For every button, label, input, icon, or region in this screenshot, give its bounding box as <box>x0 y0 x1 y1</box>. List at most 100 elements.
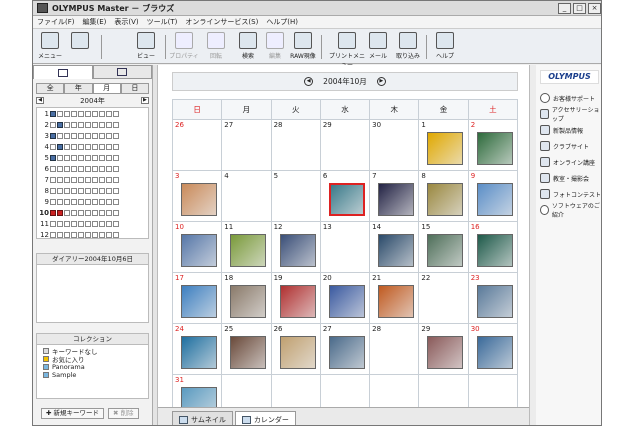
calendar-day-cell[interactable]: 3 <box>171 170 223 222</box>
photo-thumbnail[interactable] <box>427 132 464 165</box>
photo-thumbnail[interactable] <box>427 183 464 216</box>
import-button[interactable]: 取り込み <box>393 32 423 62</box>
menu-file[interactable]: ファイル(F) <box>37 17 75 27</box>
properties-button[interactable]: プロパティ <box>169 32 199 62</box>
photo-thumbnail[interactable] <box>378 234 415 267</box>
calendar-day-cell[interactable]: 27 <box>221 119 272 171</box>
print-menu-button[interactable]: プリントメニュー <box>327 32 367 69</box>
photo-thumbnail[interactable] <box>279 234 316 267</box>
photo-thumbnail[interactable] <box>378 183 415 216</box>
online-link-3[interactable]: 新製品情報 <box>536 122 601 138</box>
photo-thumbnail[interactable] <box>230 285 267 318</box>
menu-edit[interactable]: 編集(E) <box>83 17 107 27</box>
calendar-day-cell[interactable]: 1 <box>418 119 469 171</box>
tab-year[interactable]: 年 <box>64 83 93 94</box>
calendar-day-cell[interactable]: 24 <box>171 323 223 375</box>
tab-month[interactable]: 月 <box>92 83 121 94</box>
menu-tools[interactable]: ツール(T) <box>147 17 178 27</box>
month-row[interactable]: 7 <box>37 174 148 185</box>
calendar-day-cell[interactable]: 30 <box>369 119 420 171</box>
calendar-day-cell[interactable]: 4 <box>221 170 272 222</box>
new-keyword-button[interactable]: ✚ 新規キーワード <box>41 408 105 419</box>
calendar-day-cell[interactable]: 21 <box>369 272 420 324</box>
search-button[interactable]: 検索 <box>233 32 263 62</box>
calendar-day-cell[interactable]: 16 <box>467 221 519 273</box>
photo-thumbnail[interactable] <box>181 285 217 318</box>
calendar-day-cell[interactable]: 14 <box>369 221 420 273</box>
month-row[interactable]: 2 <box>37 119 148 130</box>
mail-button[interactable]: メール <box>363 32 393 62</box>
calendar-day-cell[interactable]: 22 <box>418 272 469 324</box>
calendar-day-cell[interactable]: 9 <box>467 170 519 222</box>
online-link-7[interactable]: フォトコンテスト <box>536 186 601 202</box>
calendar-day-cell[interactable]: 30 <box>467 323 519 375</box>
calendar-day-cell[interactable]: 2 <box>467 119 519 171</box>
tab-folder-view[interactable] <box>92 65 152 79</box>
month-row[interactable]: 9 <box>37 196 148 207</box>
tab-calendar[interactable]: カレンダー <box>234 411 296 425</box>
calendar-day-cell[interactable]: 28 <box>270 119 321 171</box>
month-row[interactable]: 10 <box>37 207 148 218</box>
calendar-day-cell[interactable]: 20 <box>319 272 371 324</box>
online-link-5[interactable]: オンライン講座 <box>536 154 601 170</box>
calendar-day-cell[interactable]: 5 <box>270 170 321 222</box>
tab-thumbnail[interactable]: サムネイル <box>172 411 233 425</box>
tab-day[interactable]: 日 <box>120 83 149 94</box>
photo-thumbnail[interactable] <box>230 234 267 267</box>
prev-year-button[interactable]: ◀ <box>36 97 44 104</box>
photo-thumbnail[interactable] <box>328 336 365 369</box>
month-row[interactable]: 3 <box>37 130 148 141</box>
menu-toggle-button[interactable] <box>65 32 95 62</box>
photo-thumbnail[interactable] <box>476 336 513 369</box>
calendar-day-cell[interactable]: 29 <box>418 323 469 375</box>
calendar-day-cell[interactable]: 13 <box>319 221 371 273</box>
month-row[interactable]: 1 <box>37 108 148 119</box>
calendar-day-cell[interactable]: 18 <box>221 272 272 324</box>
help-button[interactable]: ヘルプ <box>430 32 460 62</box>
photo-thumbnail[interactable] <box>181 234 217 267</box>
photo-thumbnail[interactable] <box>476 132 513 165</box>
photo-thumbnail[interactable] <box>328 285 365 318</box>
collection-item[interactable]: お気に入り <box>37 355 148 364</box>
calendar-day-cell[interactable]: 6 <box>319 170 371 222</box>
edit-button[interactable]: 編集 <box>260 32 290 62</box>
calendar-day-cell[interactable]: 12 <box>270 221 321 273</box>
tab-calendar-view[interactable] <box>33 65 93 79</box>
photo-thumbnail[interactable] <box>427 234 464 267</box>
raw-develop-button[interactable]: RAW現像 <box>288 32 318 62</box>
menu-button[interactable]: メニュー <box>35 32 65 62</box>
calendar-day-cell[interactable]: 15 <box>418 221 469 273</box>
maximize-button[interactable]: □ <box>573 3 586 14</box>
month-row[interactable]: 12 <box>37 229 148 240</box>
calendar-day-cell[interactable]: 28 <box>369 323 420 375</box>
photo-thumbnail[interactable] <box>476 234 513 267</box>
photo-thumbnail[interactable] <box>181 336 217 369</box>
collection-item[interactable]: Panorama <box>37 363 148 371</box>
online-link-6[interactable]: 教室・撮影会 <box>536 170 601 186</box>
calendar-day-cell[interactable]: 29 <box>319 119 371 171</box>
minimize-button[interactable]: _ <box>558 3 571 14</box>
month-row[interactable]: 11 <box>37 218 148 229</box>
month-row[interactable]: 5 <box>37 152 148 163</box>
month-row[interactable]: 6 <box>37 163 148 174</box>
online-link-4[interactable]: クラブサイト <box>536 138 601 154</box>
next-year-button[interactable]: ▶ <box>140 97 149 104</box>
delete-button[interactable]: ✖ 削除 <box>108 408 139 419</box>
photo-thumbnail[interactable] <box>476 183 513 216</box>
close-button[interactable]: × <box>588 3 601 14</box>
calendar-day-cell[interactable]: 17 <box>171 272 223 324</box>
prev-month-button[interactable]: ◀ <box>304 77 314 86</box>
menu-online-service[interactable]: オンラインサービス(S) <box>185 17 258 27</box>
online-link-8[interactable]: ソフトウェアのご紹介 <box>536 202 601 219</box>
photo-thumbnail[interactable] <box>230 336 267 369</box>
online-link-1[interactable]: お客様サポート <box>536 90 601 106</box>
calendar-day-cell[interactable]: 10 <box>171 221 223 273</box>
calendar-day-cell[interactable]: 23 <box>467 272 519 324</box>
tab-all[interactable]: 全 <box>36 83 65 94</box>
menu-view[interactable]: 表示(V) <box>114 17 138 27</box>
month-row[interactable]: 8 <box>37 185 148 196</box>
next-month-button[interactable]: ▶ <box>376 77 386 86</box>
photo-thumbnail-selected[interactable] <box>328 183 365 216</box>
calendar-day-cell[interactable]: 25 <box>221 323 272 375</box>
collection-item[interactable]: Sample <box>37 371 148 379</box>
